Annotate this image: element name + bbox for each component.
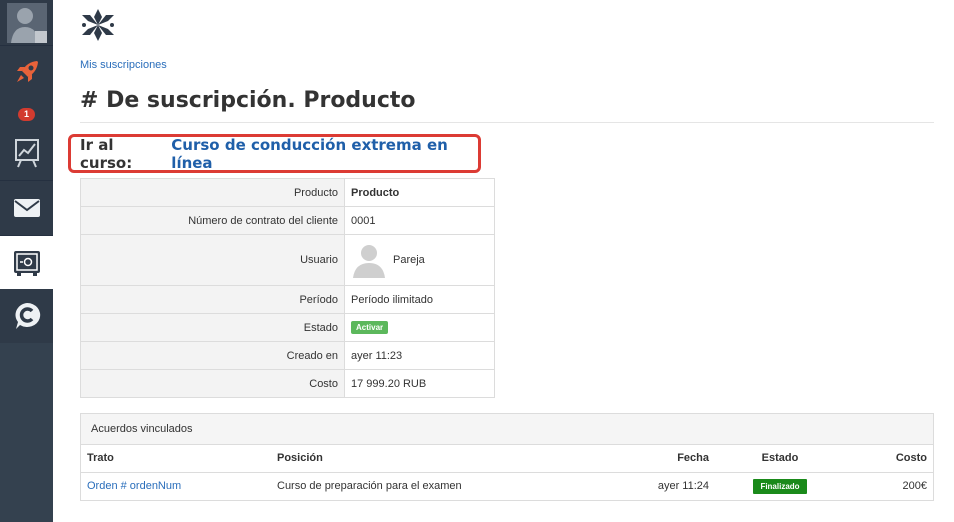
title-divider (80, 122, 934, 123)
col-position: Posición (271, 445, 621, 473)
detail-row-period: Período Período ilimitado (80, 285, 495, 314)
detail-label: Producto (80, 178, 345, 207)
detail-label: Período (80, 285, 345, 314)
notifications-badge: 1 (17, 107, 35, 121)
cost-cell: 200€ (902, 480, 927, 493)
status-badge: Activar (351, 321, 389, 334)
sidebar-item-notifications[interactable]: 1 (0, 104, 53, 124)
sidebar: 1 (0, 0, 53, 522)
position-cell: Curso de preparación para el examen (277, 480, 462, 493)
go-to-course-box: Ir al curso: Curso de conducción extrema… (68, 134, 481, 173)
order-link[interactable]: Orden # ordenNum (87, 480, 181, 492)
table-header-row: Trato Posición Fecha Estado Costo (81, 445, 933, 473)
detail-label: Creado en (80, 341, 345, 370)
user-name: Pareja (393, 254, 425, 266)
detail-label: Estado (80, 313, 345, 342)
detail-value-user: Pareja (344, 234, 495, 286)
sidebar-item-stats[interactable] (0, 126, 53, 180)
detail-row-product: Producto Producto (80, 178, 495, 207)
go-to-course-label: Ir al curso: (80, 135, 133, 172)
col-date: Fecha (621, 445, 715, 473)
detail-row-status: Estado Activar (80, 313, 495, 342)
detail-value: Período ilimitado (344, 285, 495, 314)
user-avatar-icon (6, 2, 47, 43)
chart-icon (14, 139, 39, 168)
rocket-icon (16, 61, 38, 82)
status-badge: Finalizado (753, 478, 807, 494)
col-status: Estado (715, 445, 845, 473)
detail-value: 17 999.20 RUB (344, 369, 495, 398)
logo-icon (82, 9, 114, 41)
linked-agreements-table: Trato Posición Fecha Estado Costo Orden … (81, 445, 933, 500)
linked-agreements-panel: Acuerdos vinculados Trato Posición Fecha… (80, 413, 934, 501)
detail-row-user: Usuario Pareja (80, 234, 495, 286)
sidebar-item-subscriptions[interactable] (0, 236, 53, 289)
col-cost: Costo (845, 445, 933, 473)
table-row: Orden # ordenNum Curso de preparación pa… (81, 472, 933, 500)
mail-icon (13, 199, 40, 217)
detail-label: Costo (80, 369, 345, 398)
sidebar-empty-area (0, 343, 53, 522)
detail-row-cost: Costo 17 999.20 RUB (80, 369, 495, 398)
safe-icon (13, 250, 40, 276)
course-link[interactable]: Curso de conducción extrema en línea (171, 136, 478, 172)
detail-value: Producto (344, 178, 495, 207)
panel-title: Acuerdos vinculados (81, 414, 933, 445)
date-cell: ayer 11:24 (657, 480, 709, 493)
sidebar-item-mail[interactable] (0, 181, 53, 235)
detail-label: Número de contrato del cliente (80, 206, 345, 235)
detail-value: ayer 11:23 (344, 341, 495, 370)
detail-value: 0001 (344, 206, 495, 235)
subscription-details-table: Producto Producto Número de contrato del… (80, 178, 495, 398)
breadcrumb-my-subscriptions[interactable]: Mis suscripciones (80, 59, 167, 71)
detail-row-contract: Número de contrato del cliente 0001 (80, 206, 495, 235)
sidebar-item-chat[interactable] (0, 289, 53, 343)
sidebar-item-launch[interactable] (0, 46, 53, 98)
chat-icon (14, 302, 40, 329)
sidebar-item-profile[interactable] (0, 0, 53, 45)
detail-label: Usuario (80, 234, 345, 286)
detail-row-created: Creado en ayer 11:23 (80, 341, 495, 370)
user-avatar (353, 245, 385, 278)
page-title: # De suscripción. Producto (80, 88, 416, 113)
col-deal: Trato (81, 445, 271, 473)
